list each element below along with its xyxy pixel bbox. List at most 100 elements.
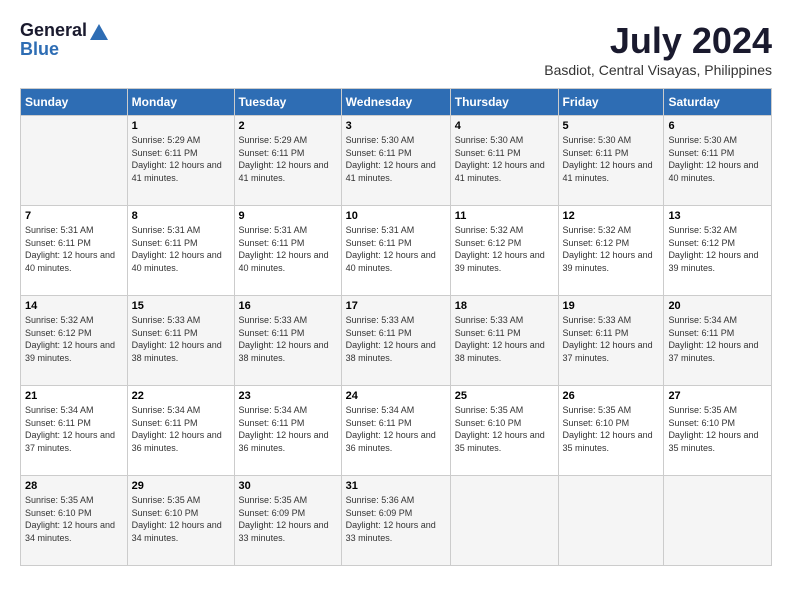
day-number: 27 [668, 390, 767, 402]
calendar-cell: 19 Sunrise: 5:33 AMSunset: 6:11 PMDayligh… [558, 296, 664, 386]
calendar-cell: 9 Sunrise: 5:31 AMSunset: 6:11 PMDaylight… [234, 206, 341, 296]
day-info: Sunrise: 5:30 AMSunset: 6:11 PMDaylight:… [346, 134, 446, 184]
calendar-cell: 31 Sunrise: 5:36 AMSunset: 6:09 PMDayligh… [341, 476, 450, 566]
calendar-week-1: 1 Sunrise: 5:29 AMSunset: 6:11 PMDaylight… [21, 116, 772, 206]
calendar-cell: 12 Sunrise: 5:32 AMSunset: 6:12 PMDayligh… [558, 206, 664, 296]
day-number: 30 [239, 480, 337, 492]
logo-blue-text: Blue [20, 39, 59, 60]
day-number: 1 [132, 120, 230, 132]
location: Basdiot, Central Visayas, Philippines [544, 62, 772, 78]
calendar-cell: 16Sunrise: 5:33 AMSunset: 6:11 PMDayligh… [234, 296, 341, 386]
calendar-cell: 24 Sunrise: 5:34 AMSunset: 6:11 PMDayligh… [341, 386, 450, 476]
day-info: Sunrise: 5:35 AMSunset: 6:10 PMDaylight:… [668, 404, 767, 454]
calendar-cell: 6 Sunrise: 5:30 AMSunset: 6:11 PMDaylight… [664, 116, 772, 206]
day-number: 15 [132, 300, 230, 312]
day-number: 2 [239, 120, 337, 132]
day-info: Sunrise: 5:31 AMSunset: 6:11 PMDaylight:… [25, 224, 123, 274]
calendar-cell: 20 Sunrise: 5:34 AMSunset: 6:11 PMDayligh… [664, 296, 772, 386]
calendar-cell: 26 Sunrise: 5:35 AMSunset: 6:10 PMDayligh… [558, 386, 664, 476]
weekday-header-tuesday: Tuesday [234, 89, 341, 116]
day-number: 11 [455, 210, 554, 222]
day-info: Sunrise: 5:31 AMSunset: 6:11 PMDaylight:… [346, 224, 446, 274]
day-info: Sunrise: 5:34 AMSunset: 6:11 PMDaylight:… [668, 314, 767, 364]
calendar-cell: 30Sunrise: 5:35 AMSunset: 6:09 PMDayligh… [234, 476, 341, 566]
calendar-cell [450, 476, 558, 566]
calendar-cell: 27 Sunrise: 5:35 AMSunset: 6:10 PMDayligh… [664, 386, 772, 476]
logo: General Blue [20, 20, 108, 60]
calendar-cell: 23 Sunrise: 5:34 AMSunset: 6:11 PMDayligh… [234, 386, 341, 476]
calendar-cell: 3 Sunrise: 5:30 AMSunset: 6:11 PMDaylight… [341, 116, 450, 206]
day-number: 14 [25, 300, 123, 312]
day-number: 4 [455, 120, 554, 132]
day-info: Sunrise: 5:35 AMSunset: 6:10 PMDaylight:… [455, 404, 554, 454]
day-info: Sunrise: 5:30 AMSunset: 6:11 PMDaylight:… [563, 134, 660, 184]
day-number: 10 [346, 210, 446, 222]
day-info: Sunrise: 5:33 AMSunset: 6:11 PMDaylight:… [132, 314, 230, 364]
calendar-cell: 4 Sunrise: 5:30 AMSunset: 6:11 PMDaylight… [450, 116, 558, 206]
weekday-header-row: SundayMondayTuesdayWednesdayThursdayFrid… [21, 89, 772, 116]
day-info: Sunrise: 5:33 AMSunset: 6:11 PMDaylight:… [563, 314, 660, 364]
day-info: Sunrise: 5:34 AMSunset: 6:11 PMDaylight:… [239, 404, 337, 454]
calendar-cell: 25 Sunrise: 5:35 AMSunset: 6:10 PMDayligh… [450, 386, 558, 476]
day-info: Sunrise: 5:35 AMSunset: 6:10 PMDaylight:… [563, 404, 660, 454]
weekday-header-monday: Monday [127, 89, 234, 116]
day-number: 23 [239, 390, 337, 402]
logo-general-text: General [20, 20, 87, 41]
calendar-cell: 17 Sunrise: 5:33 AMSunset: 6:11 PMDayligh… [341, 296, 450, 386]
day-info: Sunrise: 5:34 AMSunset: 6:11 PMDaylight:… [132, 404, 230, 454]
logo-triangle-icon [90, 24, 108, 40]
day-info: Sunrise: 5:32 AMSunset: 6:12 PMDaylight:… [25, 314, 123, 364]
day-number: 9 [239, 210, 337, 222]
weekday-header-thursday: Thursday [450, 89, 558, 116]
day-number: 17 [346, 300, 446, 312]
calendar-cell: 13Sunrise: 5:32 AMSunset: 6:12 PMDayligh… [664, 206, 772, 296]
day-number: 3 [346, 120, 446, 132]
title-area: July 2024 Basdiot, Central Visayas, Phil… [544, 20, 772, 78]
calendar-week-4: 21Sunrise: 5:34 AMSunset: 6:11 PMDayligh… [21, 386, 772, 476]
calendar-cell: 22Sunrise: 5:34 AMSunset: 6:11 PMDayligh… [127, 386, 234, 476]
calendar-cell: 21Sunrise: 5:34 AMSunset: 6:11 PMDayligh… [21, 386, 128, 476]
day-number: 16 [239, 300, 337, 312]
day-number: 20 [668, 300, 767, 312]
day-number: 12 [563, 210, 660, 222]
day-number: 13 [668, 210, 767, 222]
day-number: 25 [455, 390, 554, 402]
day-number: 31 [346, 480, 446, 492]
calendar-cell: 5 Sunrise: 5:30 AMSunset: 6:11 PMDaylight… [558, 116, 664, 206]
calendar-cell: 28 Sunrise: 5:35 AMSunset: 6:10 PMDayligh… [21, 476, 128, 566]
day-info: Sunrise: 5:35 AMSunset: 6:10 PMDaylight:… [25, 494, 123, 544]
day-info: Sunrise: 5:33 AMSunset: 6:11 PMDaylight:… [346, 314, 446, 364]
day-info: Sunrise: 5:36 AMSunset: 6:09 PMDaylight:… [346, 494, 446, 544]
calendar-cell: 10 Sunrise: 5:31 AMSunset: 6:11 PMDayligh… [341, 206, 450, 296]
calendar-cell [558, 476, 664, 566]
calendar-cell [664, 476, 772, 566]
calendar-table: SundayMondayTuesdayWednesdayThursdayFrid… [20, 88, 772, 566]
day-number: 29 [132, 480, 230, 492]
day-info: Sunrise: 5:33 AMSunset: 6:11 PMDaylight:… [455, 314, 554, 364]
day-info: Sunrise: 5:32 AMSunset: 6:12 PMDaylight:… [563, 224, 660, 274]
day-info: Sunrise: 5:29 AMSunset: 6:11 PMDaylight:… [132, 134, 230, 184]
weekday-header-saturday: Saturday [664, 89, 772, 116]
day-number: 26 [563, 390, 660, 402]
calendar-cell [21, 116, 128, 206]
calendar-cell: 2 Sunrise: 5:29 AMSunset: 6:11 PMDaylight… [234, 116, 341, 206]
day-info: Sunrise: 5:34 AMSunset: 6:11 PMDaylight:… [25, 404, 123, 454]
day-info: Sunrise: 5:29 AMSunset: 6:11 PMDaylight:… [239, 134, 337, 184]
calendar-week-5: 28 Sunrise: 5:35 AMSunset: 6:10 PMDayligh… [21, 476, 772, 566]
day-number: 19 [563, 300, 660, 312]
calendar-cell: 14 Sunrise: 5:32 AMSunset: 6:12 PMDayligh… [21, 296, 128, 386]
weekday-header-sunday: Sunday [21, 89, 128, 116]
day-number: 28 [25, 480, 123, 492]
weekday-header-wednesday: Wednesday [341, 89, 450, 116]
day-info: Sunrise: 5:34 AMSunset: 6:11 PMDaylight:… [346, 404, 446, 454]
day-info: Sunrise: 5:30 AMSunset: 6:11 PMDaylight:… [668, 134, 767, 184]
day-number: 8 [132, 210, 230, 222]
calendar-week-3: 14 Sunrise: 5:32 AMSunset: 6:12 PMDayligh… [21, 296, 772, 386]
day-info: Sunrise: 5:30 AMSunset: 6:11 PMDaylight:… [455, 134, 554, 184]
day-number: 24 [346, 390, 446, 402]
day-number: 6 [668, 120, 767, 132]
day-number: 18 [455, 300, 554, 312]
day-info: Sunrise: 5:31 AMSunset: 6:11 PMDaylight:… [239, 224, 337, 274]
calendar-week-2: 7Sunrise: 5:31 AMSunset: 6:11 PMDaylight… [21, 206, 772, 296]
day-number: 5 [563, 120, 660, 132]
